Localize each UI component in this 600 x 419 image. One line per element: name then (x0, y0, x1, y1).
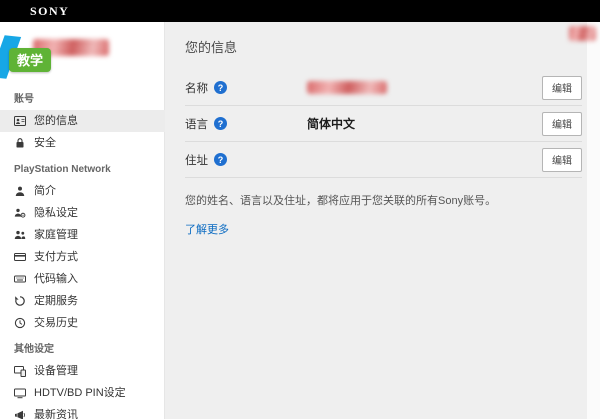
sidebar-item-your-info[interactable]: 您的信息 (0, 110, 165, 132)
edit-address-button[interactable]: 编辑 (542, 147, 582, 172)
news-icon (14, 409, 26, 419)
sidebar-item-redeem-code[interactable]: 代码输入 (0, 268, 165, 290)
redacted-name-value (307, 81, 387, 94)
help-icon[interactable]: ? (214, 153, 227, 166)
profile-icon (14, 185, 26, 197)
page-layout: 教学 账号 您的信息 安全 PlayStation Network 简介 隐私设… (0, 22, 600, 419)
page-title: 您的信息 (185, 40, 238, 55)
sidebar-section-other: 其他设定 (14, 344, 54, 355)
sidebar-item-label: 设备管理 (34, 364, 78, 377)
sony-logo: SONY (30, 3, 70, 18)
id-card-icon (14, 115, 26, 127)
sidebar-item-label: 定期服务 (34, 294, 78, 307)
sidebar-item-payment[interactable]: 支付方式 (0, 246, 165, 268)
tv-icon (14, 387, 26, 399)
sidebar-item-hdtv-bd-pin[interactable]: HDTV/BD PIN设定 (0, 382, 165, 404)
field-label: 语言 (185, 118, 208, 131)
sidebar-user-area: 教学 (0, 22, 165, 84)
main-content: 您的信息 名称 ? 编辑 语言 ? 简体中文 编辑 住址 ? 编辑 您的姓名、语… (165, 22, 600, 419)
info-rows: 名称 ? 编辑 语言 ? 简体中文 编辑 住址 ? 编辑 (185, 70, 582, 178)
info-row-name: 名称 ? 编辑 (185, 70, 582, 106)
sidebar-item-label: HDTV/BD PIN设定 (34, 386, 126, 399)
row-value-name (307, 81, 542, 94)
sidebar-item-profile[interactable]: 简介 (0, 180, 165, 202)
sidebar-item-label: 隐私设定 (34, 206, 78, 219)
family-icon (14, 229, 26, 241)
row-label-language: 语言 ? (185, 116, 307, 132)
sidebar-item-family[interactable]: 家庭管理 (0, 224, 165, 246)
help-icon[interactable]: ? (214, 81, 227, 94)
payment-icon (14, 251, 26, 263)
sidebar-item-security[interactable]: 安全 (0, 132, 165, 154)
lock-icon (14, 137, 26, 149)
edit-language-button[interactable]: 编辑 (542, 111, 582, 136)
tutorial-badge: 教学 (9, 48, 52, 72)
edit-name-button[interactable]: 编辑 (542, 75, 582, 100)
sidebar-item-label: 您的信息 (34, 114, 78, 127)
privacy-icon (14, 207, 26, 219)
redacted-avatar (569, 26, 596, 41)
sidebar-item-label: 简介 (34, 184, 56, 197)
sidebar-item-privacy[interactable]: 隐私设定 (0, 202, 165, 224)
sidebar-item-label: 安全 (34, 136, 56, 149)
info-note: 您的姓名、语言以及住址，都将应用于您关联的所有Sony账号。 (185, 195, 497, 207)
code-input-icon (14, 273, 26, 285)
sidebar-item-label: 家庭管理 (34, 228, 78, 241)
scrollbar-track[interactable] (587, 22, 600, 419)
devices-icon (14, 365, 26, 377)
info-row-language: 语言 ? 简体中文 编辑 (185, 106, 582, 142)
sidebar: 教学 账号 您的信息 安全 PlayStation Network 简介 隐私设… (0, 22, 165, 419)
row-label-name: 名称 ? (185, 80, 307, 96)
sidebar-item-label: 交易历史 (34, 316, 78, 329)
sidebar-item-label: 最新资讯 (34, 408, 78, 419)
sidebar-item-transaction-history[interactable]: 交易历史 (0, 312, 165, 334)
top-bar: SONY (0, 0, 600, 22)
subscription-icon (14, 295, 26, 307)
info-row-address: 住址 ? 编辑 (185, 142, 582, 178)
help-icon[interactable]: ? (214, 117, 227, 130)
sidebar-section-account: 账号 (14, 94, 34, 105)
history-icon (14, 317, 26, 329)
sidebar-section-psn: PlayStation Network (14, 164, 111, 175)
field-label: 住址 (185, 154, 208, 167)
learn-more-link[interactable]: 了解更多 (185, 221, 229, 237)
row-label-address: 住址 ? (185, 152, 307, 168)
field-label: 名称 (185, 82, 208, 95)
sidebar-item-device-management[interactable]: 设备管理 (0, 360, 165, 382)
sidebar-item-latest-news[interactable]: 最新资讯 (0, 404, 165, 419)
row-value-language: 简体中文 (307, 117, 356, 131)
sidebar-item-subscriptions[interactable]: 定期服务 (0, 290, 165, 312)
sidebar-item-label: 支付方式 (34, 250, 78, 263)
sidebar-item-label: 代码输入 (34, 272, 78, 285)
